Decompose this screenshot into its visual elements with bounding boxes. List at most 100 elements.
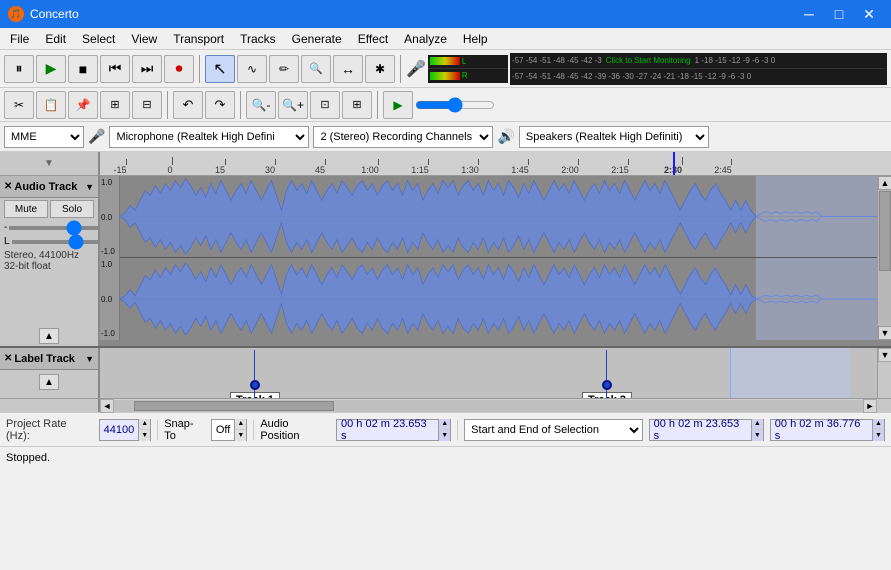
scroll-thumb[interactable]: [879, 191, 891, 271]
menu-file[interactable]: File: [2, 30, 37, 48]
scroll-down-button[interactable]: ▼: [878, 326, 891, 340]
waveform-svg-1: [120, 176, 877, 257]
rate-down-button[interactable]: ▼: [138, 429, 150, 441]
menu-select[interactable]: Select: [74, 30, 123, 48]
envelope-tool-button[interactable]: ∿: [237, 55, 267, 83]
forward-button[interactable]: ⏭: [132, 55, 162, 83]
zoom-selection-button[interactable]: ⊡: [310, 91, 340, 119]
pan-row: L R: [0, 235, 98, 248]
channels-select[interactable]: 2 (Stereo) Recording Channels: [313, 126, 493, 148]
selection-type-select[interactable]: Start and End of Selection: [464, 419, 642, 441]
label-pin-2: [602, 380, 612, 390]
label-track-menu-icon[interactable]: ▼: [85, 354, 94, 364]
redo-button[interactable]: ↷: [205, 91, 235, 119]
audio-track-menu-icon[interactable]: ▼: [85, 182, 94, 192]
h-scrollbar: ◄ ►: [100, 399, 877, 412]
menu-analyze[interactable]: Analyze: [396, 30, 455, 48]
cut-button[interactable]: ✂: [4, 91, 34, 119]
select-tool-button[interactable]: ↖: [205, 55, 235, 83]
minimize-button[interactable]: ─: [795, 2, 823, 26]
time2-up[interactable]: ▲: [872, 419, 884, 430]
time-input-2[interactable]: 00 h 02 m 36.776 s ▲ ▼: [770, 419, 885, 441]
pause-button[interactable]: ⏸: [4, 55, 34, 83]
pos-down-button[interactable]: ▼: [438, 429, 450, 441]
trim-button[interactable]: ⊞: [100, 91, 130, 119]
waveform-channel-2: [120, 258, 877, 340]
stop-button[interactable]: ■: [68, 55, 98, 83]
time1-spinner: ▲ ▼: [751, 419, 763, 441]
pos-up-button[interactable]: ▲: [438, 419, 450, 430]
down-arrow-icon: ▼: [44, 158, 54, 169]
microphone-select[interactable]: Microphone (Realtek High Defini: [109, 126, 309, 148]
track-expand-area: ▲: [0, 326, 98, 346]
waveform-svg-2: [120, 258, 877, 340]
copy-button[interactable]: 📋: [36, 91, 66, 119]
silence-button[interactable]: ⊟: [132, 91, 162, 119]
h-scroll-right-button[interactable]: ►: [863, 399, 877, 413]
h-scroll-track: [114, 400, 863, 412]
h-scroll-right-corner: [877, 399, 891, 412]
label-marker-1[interactable]: Track 1: [230, 350, 280, 398]
audio-pos-input[interactable]: 00 h 02 m 23.653 s ▲ ▼: [336, 419, 451, 441]
audio-pos-value: 00 h 02 m 23.653 s: [337, 418, 438, 442]
zoom-in-button[interactable]: 🔍+: [278, 91, 308, 119]
time-value-1: 00 h 02 m 23.653 s: [650, 418, 751, 442]
scroll-up-button[interactable]: ▲: [878, 176, 891, 190]
playback-speed-slider[interactable]: [415, 97, 495, 113]
time1-up[interactable]: ▲: [751, 419, 763, 430]
label-scrollbar: ▼: [877, 348, 891, 398]
track-expand-button[interactable]: ▲: [39, 328, 59, 344]
zoom-fit-button[interactable]: ⊞: [342, 91, 372, 119]
rate-up-button[interactable]: ▲: [138, 419, 150, 430]
zoom-tool-button[interactable]: 🔍: [301, 55, 331, 83]
zoom-out-button[interactable]: 🔍-: [246, 91, 276, 119]
solo-button[interactable]: Solo: [50, 200, 94, 218]
status-text: Stopped.: [6, 452, 50, 464]
undo-button[interactable]: ↶: [173, 91, 203, 119]
menu-generate[interactable]: Generate: [284, 30, 350, 48]
label-expand-button[interactable]: ▲: [39, 374, 59, 390]
label-marker-2[interactable]: Track 2: [582, 350, 632, 398]
app-title: Concerto: [30, 7, 795, 21]
mic-icon[interactable]: 🎤: [406, 59, 426, 79]
menu-edit[interactable]: Edit: [37, 30, 74, 48]
h-scroll-thumb[interactable]: [134, 401, 334, 411]
timeline-ruler[interactable]: -15 0 15 30 45 1:00 1:15 1:30 1:45 2:00 …: [100, 152, 891, 176]
play-button[interactable]: ▶: [36, 55, 66, 83]
gain-min-label: -: [4, 222, 7, 233]
mute-solo-controls: Mute Solo: [0, 198, 98, 220]
rewind-button[interactable]: ⏮: [100, 55, 130, 83]
multitool-button[interactable]: ✱: [365, 55, 395, 83]
time1-down[interactable]: ▼: [751, 429, 763, 441]
menu-view[interactable]: View: [123, 30, 165, 48]
menu-transport[interactable]: Transport: [165, 30, 232, 48]
title-bar: 🎵 Concerto ─ □ ✕: [0, 0, 891, 28]
menu-help[interactable]: Help: [455, 30, 496, 48]
window-controls: ─ □ ✕: [795, 2, 883, 26]
mute-button[interactable]: Mute: [4, 200, 48, 218]
time2-down[interactable]: ▼: [872, 429, 884, 441]
paste-button[interactable]: 📌: [68, 91, 98, 119]
audio-host-select[interactable]: MME: [4, 126, 84, 148]
timeshift-tool-button[interactable]: ↔: [333, 55, 363, 83]
draw-tool-button[interactable]: ✏: [269, 55, 299, 83]
close-button[interactable]: ✕: [855, 2, 883, 26]
h-scroll-left-area: [0, 399, 100, 412]
label-scroll-down[interactable]: ▼: [878, 348, 891, 362]
label-track-close[interactable]: ✕: [4, 353, 12, 364]
h-scroll-left-button[interactable]: ◄: [100, 399, 114, 413]
time-input-1[interactable]: 00 h 02 m 23.653 s ▲ ▼: [649, 419, 764, 441]
menu-effect[interactable]: Effect: [350, 30, 396, 48]
snap-down-button[interactable]: ▼: [234, 429, 246, 441]
snap-up-button[interactable]: ▲: [234, 419, 246, 430]
play-at-speed-button[interactable]: ▶: [383, 91, 413, 119]
bottom-controls: Project Rate (Hz): 44100 ▲ ▼ Snap-To Off…: [0, 412, 891, 446]
meter-display[interactable]: -57 -54 -51 -48 -45 -42 -3 Click to Star…: [510, 53, 887, 85]
speaker-select[interactable]: Speakers (Realtek High Definiti): [519, 126, 709, 148]
speaker-icon: 🔊: [497, 128, 514, 145]
menu-tracks[interactable]: Tracks: [232, 30, 284, 48]
label-track-area[interactable]: Track 1 Track 2: [100, 348, 877, 398]
audio-track-close[interactable]: ✕: [4, 181, 12, 192]
maximize-button[interactable]: □: [825, 2, 853, 26]
record-button[interactable]: ⏺: [164, 55, 194, 83]
